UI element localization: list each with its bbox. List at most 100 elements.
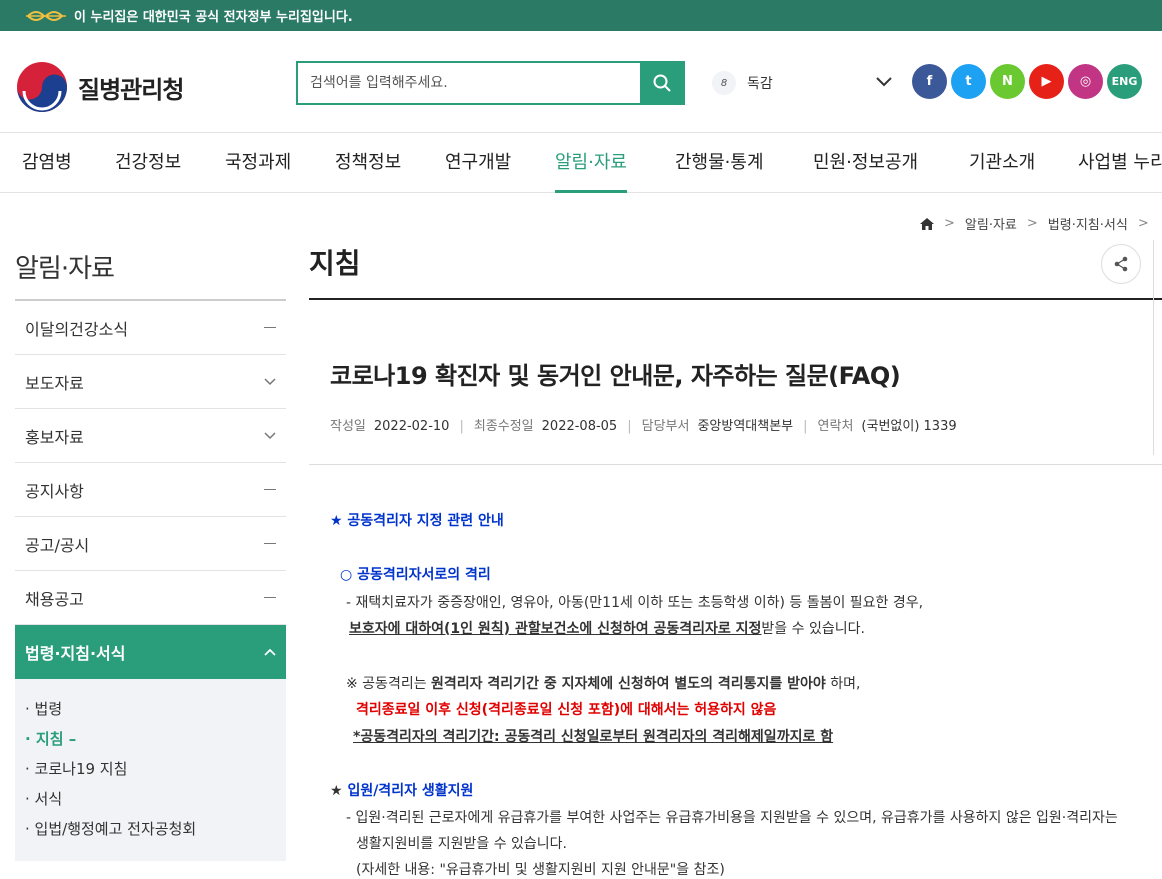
breadcrumb-separator: > — [1026, 216, 1038, 231]
eng-icon[interactable]: ENG — [1107, 64, 1142, 99]
sidebar-item-active[interactable]: 법령·지침·서식 — [15, 625, 286, 679]
chevron-down-icon[interactable] — [876, 77, 892, 87]
breadcrumb-separator: > — [944, 216, 955, 231]
body-underline: 보호자에 대하여(1인 원칙) 관할보건소에 신청하여 공동격리자로 지정 — [349, 621, 762, 637]
submenu-label: 법령 — [34, 700, 63, 718]
sidebar-item-label: 공고/공시 — [25, 535, 90, 555]
submenu-label: 지침 – — [35, 730, 77, 748]
header: 질병관리청 8 독감 ftN▶◎ENG — [0, 31, 1162, 133]
article-title: 코로나19 확진자 및 동거인 안내문, 자주하는 질문(FAQ) — [330, 362, 901, 390]
share-button[interactable] — [1101, 244, 1141, 284]
title-divider — [309, 298, 1162, 300]
breadcrumb-item[interactable]: 법령·지침·서식 — [1048, 214, 1128, 233]
meta-label: 최종수정일 — [473, 419, 534, 434]
submenu-item[interactable]: · 서식 — [25, 784, 276, 814]
meta-divider: | — [459, 419, 464, 434]
sidebar-item[interactable]: 홍보자료 — [15, 409, 286, 463]
sidebar-menu: 이달의건강소식 보도자료 홍보자료 공지사항 공고/공시 채용공고 법령·지침·… — [15, 299, 286, 861]
meta-value: 2022-02-10 — [373, 419, 450, 434]
submenu-label: 서식 — [34, 790, 63, 808]
chevron-down-icon — [264, 431, 276, 439]
body-text: 보호자에 대하여(1인 원칙) 관할보건소에 신청하여 공동격리자로 지정받을 … — [349, 618, 865, 638]
body-text: (자세한 내용: "유급휴가비 및 생활지원비 지원 안내문"을 참조) — [356, 862, 725, 878]
page-title: 지침 — [309, 247, 361, 280]
minus-icon — [264, 489, 276, 490]
logo-text: 질병관리청 — [78, 75, 184, 104]
star-icon: ★ — [330, 783, 348, 799]
chevron-up-icon — [264, 648, 276, 656]
submenu-item[interactable]: · 코로나19 지침 — [25, 754, 276, 784]
sidebar-item[interactable]: 공고/공시 — [15, 517, 286, 571]
egov-logo-icon — [26, 10, 66, 21]
gov-banner-text: 이 누리집은 대한민국 공식 전자정부 누리집입니다. — [74, 10, 353, 25]
nav-item[interactable]: 연구개발 — [445, 133, 511, 193]
heading-text: 입원/격리자 생활지원 — [347, 783, 474, 799]
sidebar-item[interactable]: 공지사항 — [15, 463, 286, 517]
body-note-underline: *공동격리자의 격리기간: 공동격리 신청일로부터 원격리자의 격리해제일까지로… — [353, 729, 834, 745]
home-icon[interactable] — [920, 217, 934, 230]
article-meta: 작성일 2022-02-10 | 최종수정일 2022-08-05 | 담당부서 중앙방역대책… — [330, 415, 957, 434]
body-warning: 격리종료일 이후 신청(격리종료일 신청 포함)에 대해서는 허용하지 않음 — [356, 702, 777, 718]
body-heading: ★ 입원/격리자 생활지원 — [330, 780, 473, 800]
submenu-label: 코로나19 지침 — [34, 760, 128, 778]
body-note: ※ 공동격리는 원격리자 격리기간 중 지자체에 신청하여 별도의 격리통지를 … — [346, 673, 860, 693]
body-heading: ★ 공동격리자 지정 관련 안내 — [330, 513, 504, 529]
sidebar-item[interactable]: 채용공고 — [15, 571, 286, 625]
submenu-label: 입법/행정예고 전자공청회 — [34, 820, 197, 838]
sidebar-item-label: 보도자료 — [25, 373, 84, 393]
youtube-icon[interactable]: ▶ — [1029, 64, 1064, 99]
nav-item[interactable]: 민원·정보공개 — [813, 133, 918, 193]
sidebar-item-label: 홍보자료 — [25, 427, 84, 447]
sidebar-submenu: · 법령 · 지침 – · 코로나19 지침 · 서식 · 입법/행정예고 전자… — [15, 679, 286, 861]
gov-banner: 이 누리집은 대한민국 공식 전자정부 누리집입니다. — [0, 0, 1162, 31]
search-icon — [653, 74, 671, 92]
body-text-tail: 받을 수 있습니다. — [761, 621, 865, 637]
alert-badge: 8 — [712, 71, 736, 95]
note-text: ※ 공동격리는 — [346, 676, 432, 692]
body-text: 생활지원비를 지원받을 수 있습니다. — [356, 836, 567, 852]
nav-item[interactable]: 정책정보 — [335, 133, 401, 193]
meta-value: 2022-08-05 — [541, 419, 618, 434]
submenu-item[interactable]: · 법령 — [25, 694, 276, 724]
note-text: 하며, — [825, 676, 861, 692]
twitter-icon[interactable]: t — [951, 64, 986, 99]
body-text: - 재택치료자가 중증장애인, 영유아, 아동(만11세 이하 또는 초등학생 … — [346, 595, 924, 611]
sidebar-item[interactable]: 이달의건강소식 — [15, 301, 286, 355]
taegeuk-logo-icon — [17, 62, 67, 112]
chevron-down-icon — [264, 377, 276, 385]
breadcrumb-item[interactable]: 알림·자료 — [965, 214, 1017, 233]
flu-alert[interactable]: 8 독감 — [712, 71, 773, 95]
search-input[interactable] — [298, 63, 640, 103]
meta-divider-line — [309, 464, 1162, 465]
meta-value: 중앙방역대책본부 — [697, 419, 794, 434]
breadcrumb: > 알림·자료 > 법령·지침·서식 > — [920, 214, 1159, 233]
nav-item[interactable]: 건강정보 — [115, 133, 181, 193]
minus-icon — [264, 327, 276, 328]
meta-label: 담당부서 — [641, 419, 690, 434]
nav-item-active[interactable]: 알림·자료 — [555, 133, 627, 193]
facebook-icon[interactable]: f — [912, 64, 947, 99]
nav-item[interactable]: 감염병 — [22, 133, 72, 193]
nav-item[interactable]: 기관소개 — [969, 133, 1035, 193]
nav-item[interactable]: 국정과제 — [225, 133, 291, 193]
sns-links: f t N ▶ ◎ ENG — [912, 64, 1142, 99]
sidebar-item-label: 공지사항 — [25, 481, 84, 501]
sidebar-title: 알림·자료 — [15, 254, 115, 284]
meta-divider: | — [803, 419, 808, 434]
meta-label: 작성일 — [330, 419, 366, 434]
minus-icon — [264, 543, 276, 544]
kdca-logo[interactable]: 질병관리청 — [16, 61, 184, 113]
submenu-item-active[interactable]: · 지침 – — [25, 724, 276, 754]
nav-item[interactable]: 간행물·통계 — [675, 133, 764, 193]
body-subheading: ○ 공동격리자서로의 격리 — [340, 567, 491, 583]
nav-item[interactable]: 사업별 누리집 — [1078, 133, 1162, 193]
alert-label: 독감 — [747, 76, 773, 92]
share-icon — [1114, 256, 1128, 272]
submenu-item[interactable]: · 입법/행정예고 전자공청회 — [25, 814, 276, 844]
search-button[interactable] — [640, 63, 683, 103]
sidebar-item[interactable]: 보도자료 — [15, 355, 286, 409]
naver-blog-icon[interactable]: N — [990, 64, 1025, 99]
meta-divider: | — [627, 419, 632, 434]
instagram-icon[interactable]: ◎ — [1068, 64, 1103, 99]
sidebar-item-label: 채용공고 — [25, 589, 84, 609]
